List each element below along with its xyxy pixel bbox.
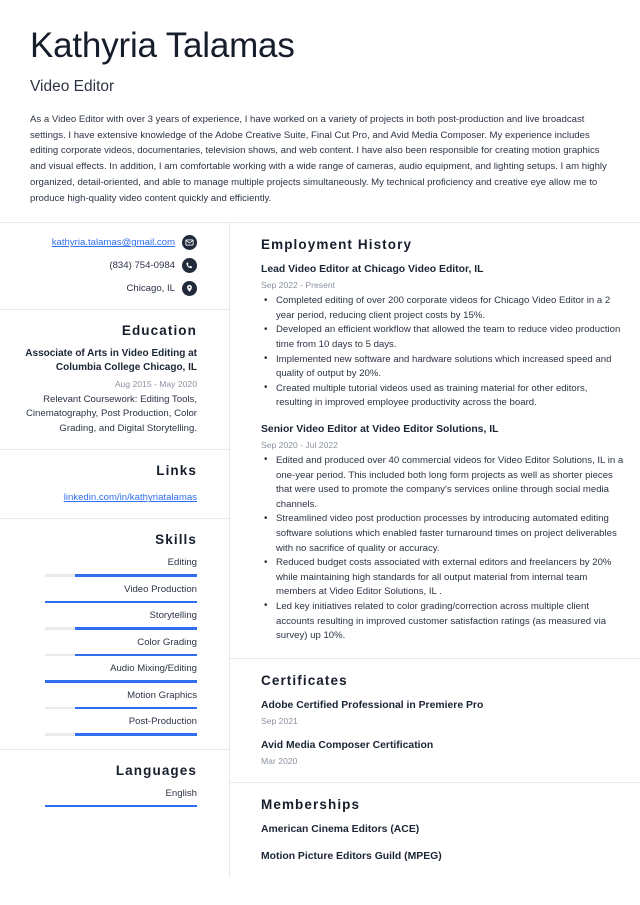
memberships-heading: Memberships xyxy=(261,796,361,812)
skill-track xyxy=(45,653,197,657)
job-bullet: Streamlined video post production proces… xyxy=(261,512,626,556)
membership-name: American Cinema Editors (ACE) xyxy=(261,823,420,835)
job-dates: Sep 2022 - Present xyxy=(261,280,336,291)
job-entry: Senior Video Editor at Video Editor Solu… xyxy=(261,423,626,644)
job-bullet: Completed editing of over 200 corporate … xyxy=(261,294,626,323)
skill-label: Motion Graphics xyxy=(127,689,197,701)
membership-item: American Cinema Editors (ACE) xyxy=(261,823,626,837)
resume-page: Kathyria Talamas Video Editor As a Video… xyxy=(0,0,640,905)
job-dates: Sep 2020 - Jul 2022 xyxy=(261,439,338,450)
skill-label: Post-Production xyxy=(128,716,197,728)
job-bullets: Completed editing of over 200 corporate … xyxy=(261,294,626,411)
skill-label: Editing xyxy=(167,557,197,569)
job-entry: Lead Video Editor at Chicago Video Edito… xyxy=(261,263,626,411)
skill-item: Color Grading xyxy=(14,636,197,657)
contact-phone-row[interactable]: (834) 754-0984 xyxy=(14,258,197,274)
linkedin-link[interactable]: linkedin.com/in/kathyriatalamas xyxy=(64,492,197,503)
page-title: Kathyria Talamas xyxy=(30,26,295,65)
skill-fill xyxy=(75,733,197,736)
resume-body: kathyria.talamas@gmail.com (834) 754-098… xyxy=(0,223,640,878)
main-content: Employment History Lead Video Editor at … xyxy=(230,223,640,877)
skill-fill xyxy=(75,627,197,630)
skill-label: Color Grading xyxy=(137,636,197,648)
skill-label: Storytelling xyxy=(149,610,197,622)
language-fill xyxy=(45,804,197,808)
education-degree: Associate of Arts in Video Editing at Co… xyxy=(25,348,197,374)
languages-block: Languages English xyxy=(0,750,229,827)
certificate-date: Mar 2020 xyxy=(261,755,298,766)
job-bullet: Implemented new software and hardware so… xyxy=(261,352,626,382)
certificate-name: Avid Media Composer Certification xyxy=(261,739,434,751)
job-bullet: Created multiple tutorial videos used as… xyxy=(261,381,626,411)
skill-item: Editing xyxy=(14,556,197,577)
skill-item: Video Production xyxy=(14,583,197,604)
skill-item: Post-Production xyxy=(14,715,197,736)
envelope-icon xyxy=(182,235,197,251)
contact-location-row[interactable]: Chicago, IL xyxy=(14,281,197,297)
job-bullet: Edited and produced over 40 commercial v… xyxy=(261,453,626,512)
skill-track xyxy=(45,600,197,604)
contact-block: kathyria.talamas@gmail.com (834) 754-098… xyxy=(0,223,229,309)
map-pin-icon xyxy=(182,281,197,297)
education-dates: Aug 2015 - May 2020 xyxy=(114,378,197,389)
employment-heading: Employment History xyxy=(261,237,413,253)
certificate-item: Adobe Certified Professional in Premiere… xyxy=(261,699,626,728)
skill-track xyxy=(45,733,197,736)
links-heading: Links xyxy=(156,463,197,479)
employment-block: Employment History Lead Video Editor at … xyxy=(230,223,640,657)
memberships-block: Memberships American Cinema Editors (ACE… xyxy=(230,783,640,878)
job-role: Lead Video Editor at Chicago Video Edito… xyxy=(261,264,484,276)
skill-track xyxy=(45,680,197,683)
certificates-heading: Certificates xyxy=(261,672,348,688)
skill-item: Audio Mixing/Editing xyxy=(14,662,197,683)
skill-fill xyxy=(75,706,197,710)
skill-fill xyxy=(45,600,197,604)
skills-block: Skills Editing Video Production Storytel… xyxy=(0,519,229,749)
skill-fill xyxy=(75,653,197,657)
education-heading: Education xyxy=(121,323,197,339)
job-bullets: Edited and produced over 40 commercial v… xyxy=(261,453,626,644)
resume-header: Kathyria Talamas Video Editor As a Video… xyxy=(0,0,640,222)
skill-label: Video Production xyxy=(124,583,197,595)
certificates-block: Certificates Adobe Certified Professiona… xyxy=(230,659,640,782)
skill-item: Storytelling xyxy=(14,609,197,630)
contact-email-row[interactable]: kathyria.talamas@gmail.com xyxy=(14,235,197,251)
certificate-item: Avid Media Composer Certification Mar 20… xyxy=(261,739,626,768)
skill-track xyxy=(45,706,197,710)
language-label: English xyxy=(165,787,197,799)
skill-track xyxy=(45,574,197,577)
certificate-date: Sep 2021 xyxy=(261,715,298,726)
job-bullet: Led key initiatives related to color gra… xyxy=(261,599,626,644)
job-role: Senior Video Editor at Video Editor Solu… xyxy=(261,423,499,435)
certificate-name: Adobe Certified Professional in Premiere… xyxy=(261,699,484,711)
job-bullet: Developed an efficient workflow that all… xyxy=(261,323,626,352)
membership-name: Motion Picture Editors Guild (MPEG) xyxy=(261,850,442,862)
skill-track xyxy=(45,627,197,630)
languages-heading: Languages xyxy=(115,762,197,778)
phone-number: (834) 754-0984 xyxy=(109,260,175,272)
job-bullet: Reduced budget costs associated with ext… xyxy=(261,556,626,600)
location-text: Chicago, IL xyxy=(126,283,175,295)
link-item[interactable]: linkedin.com/in/kathyriatalamas xyxy=(14,487,197,505)
language-track xyxy=(45,804,197,808)
membership-item: Motion Picture Editors Guild (MPEG) xyxy=(261,850,626,864)
language-item: English xyxy=(14,787,197,808)
skill-label: Audio Mixing/Editing xyxy=(110,663,197,675)
phone-icon xyxy=(182,258,197,274)
email-link[interactable]: kathyria.talamas@gmail.com xyxy=(52,236,175,249)
skill-fill xyxy=(75,574,197,577)
sidebar: kathyria.talamas@gmail.com (834) 754-098… xyxy=(0,223,230,878)
skill-item: Motion Graphics xyxy=(14,689,197,710)
professional-summary: As a Video Editor with over 3 years of e… xyxy=(30,114,607,204)
skills-heading: Skills xyxy=(155,532,197,548)
education-block: Education Associate of Arts in Video Edi… xyxy=(0,310,229,449)
links-block: Links linkedin.com/in/kathyriatalamas xyxy=(0,450,229,518)
education-description: Relevant Coursework: Editing Tools, Cine… xyxy=(26,393,197,434)
skill-fill xyxy=(45,680,197,683)
job-title: Video Editor xyxy=(30,78,115,95)
